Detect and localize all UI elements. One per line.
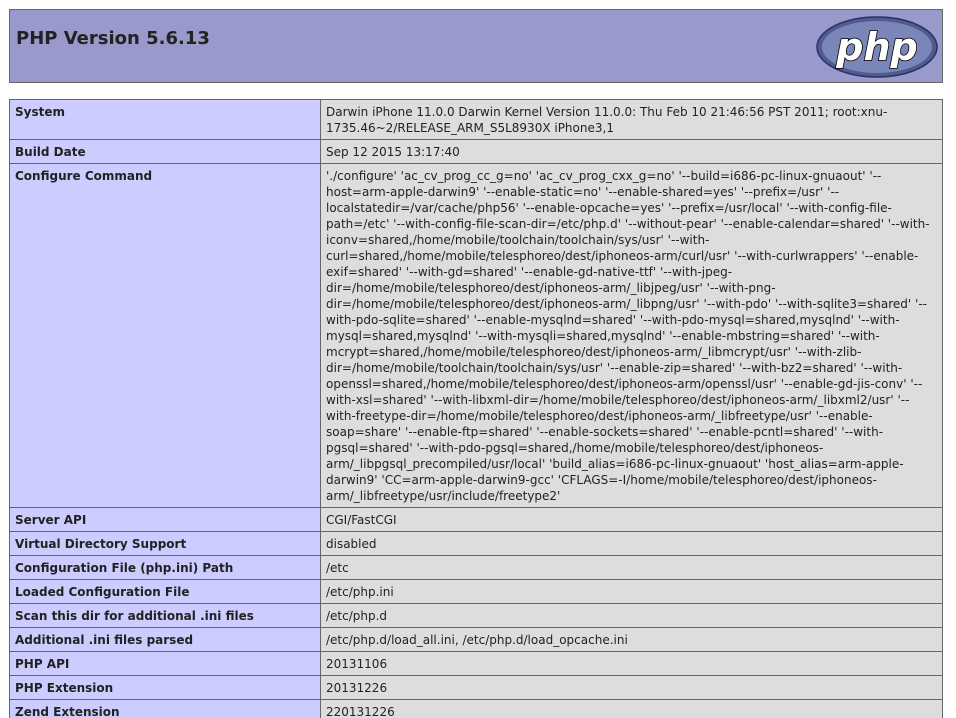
table-row: Additional .ini files parsed/etc/php.d/l…: [9, 627, 943, 652]
setting-name: Loaded Configuration File: [9, 579, 321, 604]
setting-value: './configure' 'ac_cv_prog_cc_g=no' 'ac_c…: [320, 163, 943, 508]
table-row: PHP Extension 20131226: [9, 675, 943, 700]
table-row: Virtual Directory Support disabled: [9, 531, 943, 556]
setting-name: System: [9, 99, 321, 140]
table-row: Server API CGI/FastCGI: [9, 507, 943, 532]
setting-name: Configuration File (php.ini) Path: [9, 555, 321, 580]
table-row: PHP API 20131106: [9, 651, 943, 676]
setting-name: PHP API: [9, 651, 321, 676]
setting-name: Server API: [9, 507, 321, 532]
table-row: Configure Command './configure' 'ac_cv_pr…: [9, 163, 943, 508]
setting-value: disabled: [320, 531, 943, 556]
setting-value: Darwin iPhone 11.0.0 Darwin Kernel Versi…: [320, 99, 943, 140]
php-info-table: System Darwin iPhone 11.0.0 Darwin Kernel…: [9, 99, 943, 718]
setting-value: 20131226: [320, 675, 943, 700]
version-header: PHP Version 5.6.13 php: [9, 9, 943, 83]
setting-value: Sep 12 2015 13:17:40: [320, 139, 943, 164]
setting-value: /etc/php.d: [320, 603, 943, 628]
table-row: Scan this dir for additional .ini files /…: [9, 603, 943, 628]
table-row: System Darwin iPhone 11.0.0 Darwin Kernel…: [9, 99, 943, 140]
page-title: PHP Version 5.6.13: [16, 28, 210, 49]
setting-name: PHP Extension: [9, 675, 321, 700]
php-logo-text: php: [835, 25, 917, 69]
setting-value: /etc/php.ini: [320, 579, 943, 604]
table-row: Configuration File (php.ini) Path/etc: [9, 555, 943, 580]
table-row: Build Date Sep 12 2015 13:17:40: [9, 139, 943, 164]
phpinfo-page: PHP Version 5.6.13 php System Darwin iPho…: [9, 9, 943, 718]
setting-name: Virtual Directory Support: [9, 531, 321, 556]
php-logo: php: [816, 16, 938, 78]
setting-name: Zend Extension: [9, 699, 321, 718]
setting-name: Configure Command: [9, 163, 321, 508]
setting-value: CGI/FastCGI: [320, 507, 943, 532]
setting-value: /etc: [320, 555, 943, 580]
setting-name: Build Date: [9, 139, 321, 164]
table-row: Loaded Configuration File/etc/php.ini: [9, 579, 943, 604]
setting-value: 20131106: [320, 651, 943, 676]
table-row: Zend Extension 220131226: [9, 699, 943, 718]
setting-value: 220131226: [320, 699, 943, 718]
setting-name: Scan this dir for additional .ini files: [9, 603, 321, 628]
setting-name: Additional .ini files parsed: [9, 627, 321, 652]
setting-value: /etc/php.d/load_all.ini, /etc/php.d/load…: [320, 627, 943, 652]
